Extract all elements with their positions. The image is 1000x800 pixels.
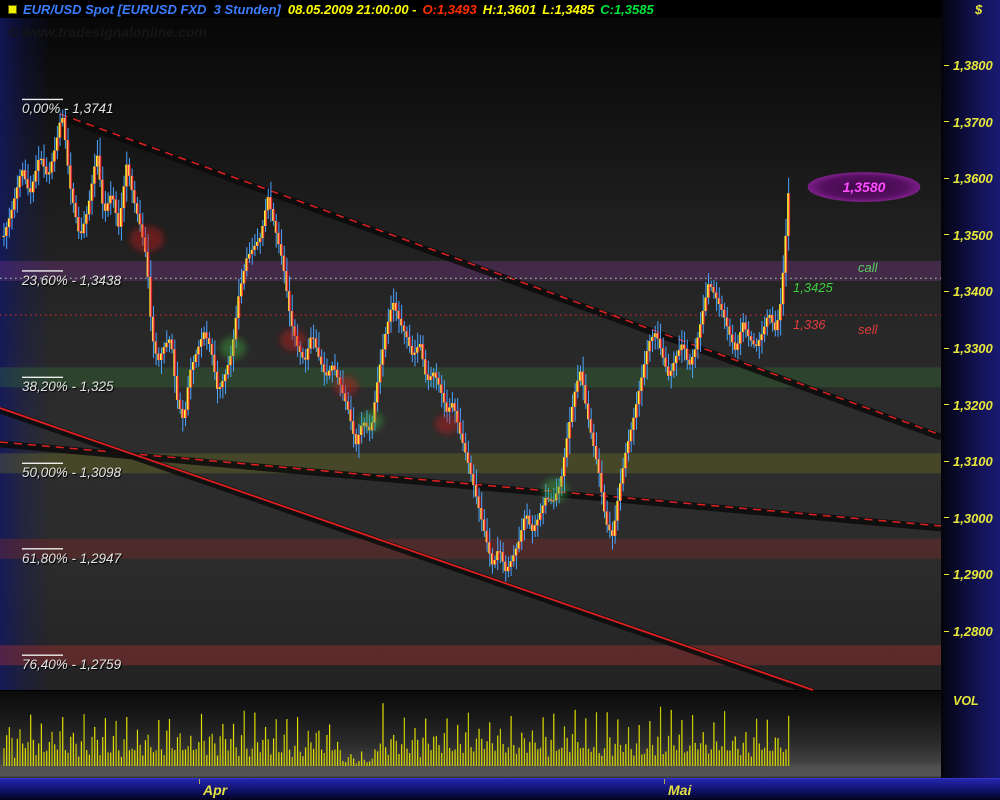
price-axis-label: 1,3200 (941, 398, 1000, 413)
open-value: O:1,3493 (422, 1, 477, 17)
left-edge-glow (0, 18, 52, 690)
price-axis-label: 1,3000 (941, 511, 1000, 526)
price-axis-label: 1,3700 (941, 115, 1000, 130)
fib-level-label: 76,40% - 1,2759 (22, 657, 122, 673)
price-axis-label: 1,3100 (941, 454, 1000, 469)
price-axis-label: 1,3300 (941, 341, 1000, 356)
fib-level-label: 50,00% - 1,3098 (22, 465, 122, 481)
sell-signal-price: 1,336 (793, 317, 826, 332)
volume-axis: VOL 10 T 0 T (941, 690, 1000, 778)
series-color-chip[interactable] (8, 4, 17, 14)
bar-timestamp: 08.05.2009 21:00:00 - (287, 1, 417, 17)
trading-chart-window: EUR/USD Spot [EURUSD FXD 3 Stunden] 08.0… (0, 0, 1000, 800)
fib-level-label: 38,20% - 1,325 (22, 379, 114, 395)
month-label-apr: Apr (203, 782, 228, 798)
time-axis[interactable] (0, 778, 1000, 800)
price-pane[interactable] (0, 18, 941, 690)
month-tick (199, 779, 200, 784)
axis-currency-symbol: $ (975, 2, 983, 17)
instrument-title: EUR/USD Spot [EURUSD FXD 3 Stunden] (23, 1, 281, 17)
call-signal-price: 1,3425 (793, 280, 833, 295)
month-label-mai: Mai (668, 782, 692, 798)
volume-axis-title: VOL (953, 694, 979, 708)
low-value: L:1,3485 (542, 1, 595, 17)
price-axis-label: 1,3500 (941, 228, 1000, 243)
fib-level-label: 23,60% - 1,3438 (22, 272, 122, 288)
high-value: H:1,3601 (482, 1, 537, 17)
price-axis-label: 1,2800 (941, 624, 1000, 639)
price-axis-label: 1,2900 (941, 567, 1000, 582)
close-value: C:1,3585 (600, 1, 654, 17)
price-axis-label: 1,3600 (941, 171, 1000, 186)
sell-signal-label: sell (858, 322, 878, 337)
call-signal-label: call (858, 260, 878, 275)
chart-legend-bar: EUR/USD Spot [EURUSD FXD 3 Stunden] 08.0… (0, 0, 941, 18)
watermark: © www.tradesignalonline.com (8, 24, 207, 40)
fib-level-label: 61,80% - 1,2947 (22, 550, 122, 566)
price-axis-label: 1,3800 (941, 58, 1000, 73)
month-tick (664, 779, 665, 784)
price-axis-label: 1,3400 (941, 284, 1000, 299)
volume-pane[interactable] (0, 690, 941, 778)
current-price-bubble-text: 1,3580 (842, 179, 886, 195)
fib-level-label: 0,00% - 1,3741 (22, 101, 114, 117)
